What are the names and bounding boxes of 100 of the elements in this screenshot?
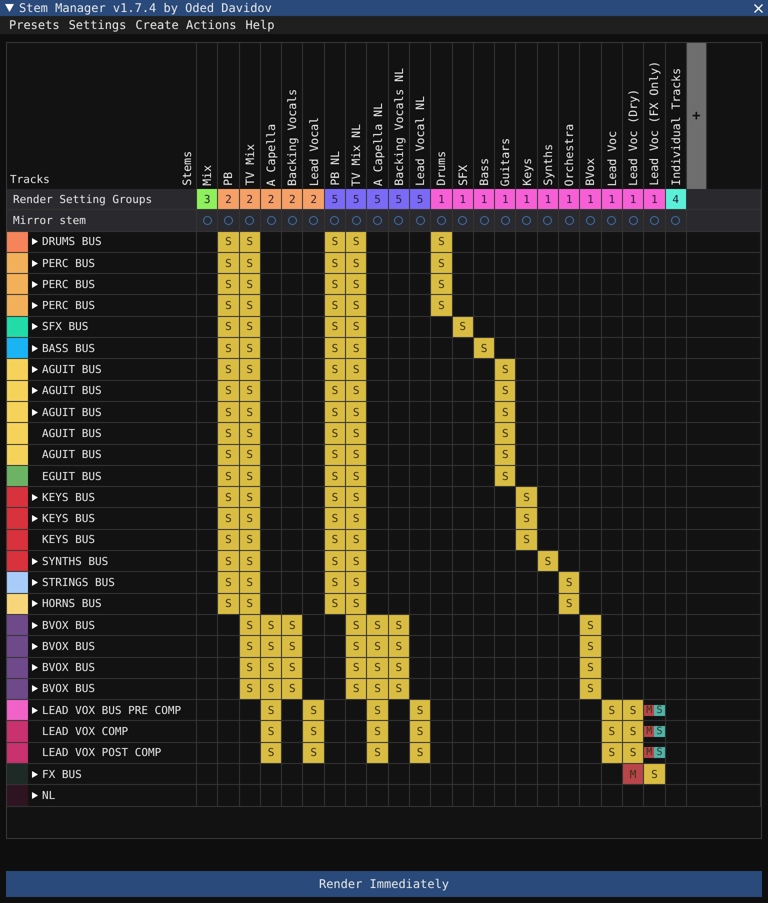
solo-toggle[interactable]: S — [346, 359, 368, 381]
mirror-radio-icon[interactable] — [288, 216, 297, 225]
solo-toggle[interactable]: S — [324, 359, 346, 381]
solo-toggle[interactable]: S — [218, 232, 240, 253]
mirror-radio-icon[interactable] — [436, 216, 446, 225]
mirror-radio-icon[interactable] — [500, 216, 510, 225]
solo-toggle[interactable]: S — [324, 423, 346, 445]
stem-column-header[interactable]: Individual Tracks — [668, 68, 683, 186]
expand-arrow-icon[interactable] — [32, 260, 38, 267]
solo-toggle[interactable]: S — [388, 636, 410, 658]
expand-arrow-icon[interactable] — [32, 642, 38, 650]
solo-toggle[interactable]: S — [324, 252, 346, 274]
solo-toggle[interactable]: S — [622, 742, 644, 764]
solo-toggle[interactable]: S — [346, 636, 368, 658]
solo-toggle[interactable]: S — [240, 274, 261, 296]
solo-toggle[interactable]: S — [495, 402, 516, 424]
expand-arrow-icon[interactable] — [32, 366, 38, 374]
solo-half[interactable]: S — [654, 726, 665, 738]
render-group-selector[interactable]: 1 — [622, 189, 644, 210]
track-name[interactable]: BASS BUS — [42, 342, 95, 355]
solo-toggle[interactable]: S — [260, 721, 282, 743]
stem-column-header[interactable]: SFX — [456, 165, 470, 186]
render-group-selector[interactable]: 5 — [346, 189, 368, 210]
solo-toggle[interactable]: S — [282, 614, 304, 636]
solo-toggle[interactable]: S — [516, 508, 538, 530]
solo-toggle[interactable]: S — [218, 530, 240, 552]
solo-toggle[interactable]: S — [260, 678, 282, 700]
solo-toggle[interactable]: S — [431, 274, 453, 296]
solo-toggle[interactable]: S — [240, 444, 261, 466]
solo-toggle[interactable]: S — [260, 614, 282, 636]
render-group-selector[interactable]: 1 — [559, 189, 580, 210]
solo-toggle[interactable]: S — [324, 551, 346, 572]
solo-toggle[interactable]: S — [324, 530, 346, 552]
solo-toggle[interactable]: S — [240, 338, 261, 360]
mirror-cell[interactable] — [240, 210, 261, 232]
track-name[interactable]: STRINGS BUS — [42, 576, 115, 589]
track-name[interactable]: SYNTHS BUS — [42, 554, 108, 568]
stem-column-header[interactable]: Lead Voc (Dry) — [626, 89, 640, 186]
render-group-selector[interactable]: 1 — [538, 189, 560, 210]
stem-column-header[interactable]: Lead Voc (FX Only) — [647, 61, 662, 186]
solo-toggle[interactable]: S — [303, 742, 325, 764]
solo-toggle[interactable]: S — [538, 551, 560, 572]
mirror-cell[interactable] — [516, 210, 538, 232]
solo-toggle[interactable]: S — [218, 466, 240, 488]
solo-toggle[interactable]: S — [580, 614, 602, 636]
solo-toggle[interactable]: S — [431, 295, 453, 317]
mirror-cell[interactable] — [622, 210, 644, 232]
solo-toggle[interactable]: S — [388, 678, 410, 700]
solo-toggle[interactable]: S — [324, 594, 346, 615]
mirror-radio-icon[interactable] — [394, 216, 404, 225]
solo-toggle[interactable]: S — [452, 316, 474, 338]
solo-toggle[interactable]: S — [218, 380, 240, 402]
mute-solo-toggle[interactable]: M S — [644, 721, 666, 743]
solo-toggle[interactable]: S — [410, 742, 432, 764]
solo-toggle[interactable]: S — [218, 252, 240, 274]
mirror-radio-icon[interactable] — [586, 216, 595, 225]
expand-arrow-icon[interactable] — [32, 408, 38, 416]
solo-toggle[interactable]: S — [346, 338, 368, 360]
mirror-cell[interactable] — [218, 210, 240, 232]
solo-toggle[interactable]: S — [240, 295, 261, 317]
mirror-radio-icon[interactable] — [650, 216, 659, 225]
stem-column-header[interactable]: PB NL — [328, 151, 342, 186]
solo-toggle[interactable]: S — [346, 508, 368, 530]
render-group-selector[interactable]: 2 — [303, 189, 325, 210]
track-name[interactable]: AGUIT BUS — [42, 363, 102, 376]
solo-toggle[interactable]: S — [240, 614, 261, 636]
solo-toggle[interactable]: S — [602, 742, 623, 764]
mirror-radio-icon[interactable] — [416, 216, 425, 225]
close-icon[interactable] — [754, 4, 763, 12]
solo-toggle[interactable]: S — [474, 338, 496, 360]
solo-toggle[interactable]: S — [346, 530, 368, 552]
solo-toggle[interactable]: S — [495, 466, 516, 488]
render-group-selector[interactable]: 3 — [197, 189, 218, 210]
solo-toggle[interactable]: S — [282, 678, 304, 700]
solo-toggle[interactable]: S — [559, 594, 580, 615]
expand-arrow-icon[interactable] — [32, 323, 38, 330]
stem-column-header[interactable]: PB — [221, 172, 236, 186]
stem-column-header[interactable]: A Capella — [264, 124, 278, 186]
track-name[interactable]: BVOX BUS — [42, 661, 95, 674]
solo-toggle[interactable]: S — [367, 700, 389, 722]
stem-column-header[interactable]: Mix — [200, 165, 214, 186]
expand-arrow-icon[interactable] — [32, 387, 38, 394]
solo-toggle[interactable]: S — [346, 658, 368, 679]
solo-toggle[interactable]: S — [260, 700, 282, 722]
solo-toggle[interactable]: S — [324, 466, 346, 488]
mirror-radio-icon[interactable] — [373, 216, 382, 225]
mirror-cell[interactable] — [602, 210, 623, 232]
solo-toggle[interactable]: S — [282, 658, 304, 679]
solo-toggle[interactable]: S — [324, 295, 346, 317]
mirror-radio-icon[interactable] — [607, 216, 616, 225]
solo-toggle[interactable]: S — [622, 700, 644, 722]
solo-toggle[interactable]: S — [324, 508, 346, 530]
mirror-cell[interactable] — [538, 210, 560, 232]
expand-arrow-icon[interactable] — [32, 685, 38, 692]
expand-arrow-icon[interactable] — [32, 600, 38, 608]
mirror-cell[interactable] — [367, 210, 389, 232]
render-group-selector[interactable]: 2 — [218, 189, 240, 210]
mirror-cell[interactable] — [324, 210, 346, 232]
add-stem-button[interactable]: + — [686, 43, 706, 189]
solo-toggle[interactable]: S — [240, 678, 261, 700]
